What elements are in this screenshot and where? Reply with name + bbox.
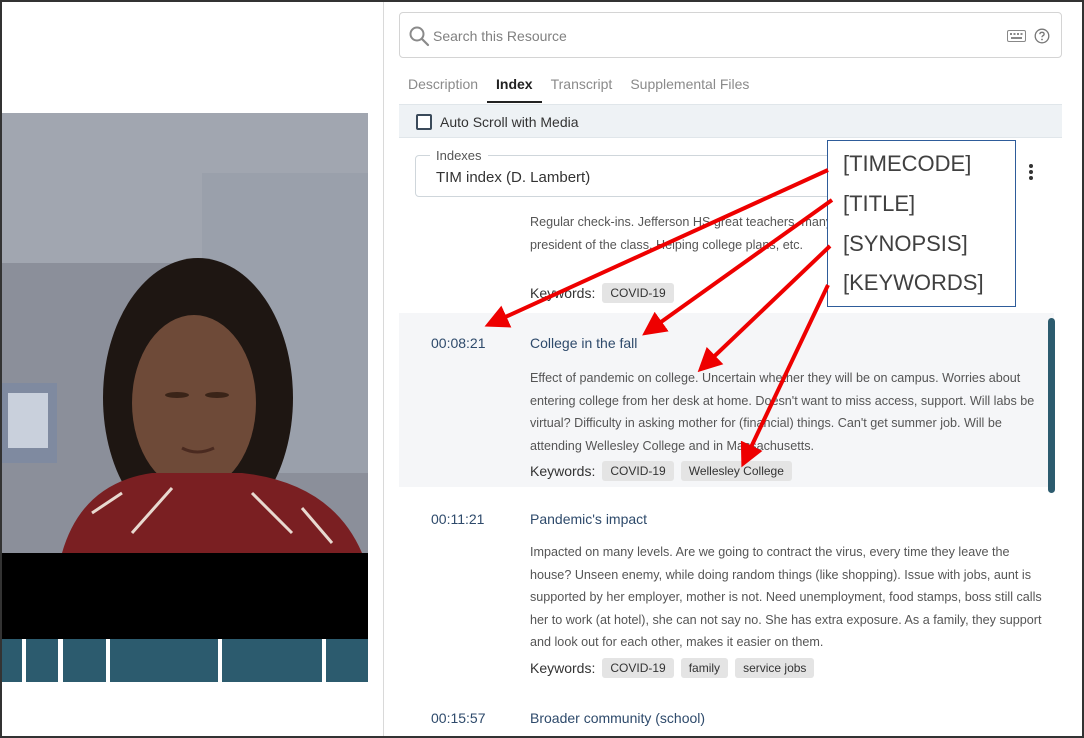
timeline-segment[interactable] bbox=[2, 639, 22, 682]
entry-timecode[interactable]: 00:11:21 bbox=[431, 511, 484, 527]
entry-keywords: Keywords: COVID-19 family service jobs bbox=[530, 658, 815, 678]
video-frame bbox=[2, 113, 368, 553]
keyword-chip[interactable]: service jobs bbox=[735, 658, 815, 678]
video-player[interactable] bbox=[2, 113, 368, 553]
entry-keywords: Keywords: COVID-19 bbox=[530, 283, 674, 303]
search-input[interactable] bbox=[433, 24, 993, 48]
entry-keywords: Keywords: COVID-19 Wellesley College bbox=[530, 461, 792, 481]
tab-bar: Description Index Transcript Supplementa… bbox=[399, 68, 758, 104]
search-box[interactable] bbox=[399, 12, 1062, 58]
index-scrollbar[interactable] bbox=[1048, 318, 1055, 493]
search-icon bbox=[409, 26, 430, 47]
entry-timecode[interactable]: 00:15:57 bbox=[431, 710, 486, 726]
keywords-label: Keywords: bbox=[530, 285, 596, 301]
entry-timecode[interactable]: 00:08:21 bbox=[431, 335, 486, 351]
index-entry[interactable]: 00:08:21 College in the fall Effect of p… bbox=[399, 313, 1054, 487]
keywords-label: Keywords: bbox=[530, 660, 596, 676]
index-entry[interactable]: 00:15:57 Broader community (school) bbox=[399, 687, 1054, 736]
keyword-chip[interactable]: family bbox=[680, 658, 729, 678]
more-vertical-icon[interactable] bbox=[1022, 159, 1040, 185]
keyword-chip[interactable]: COVID-19 bbox=[602, 283, 674, 303]
tab-index[interactable]: Index bbox=[487, 68, 542, 103]
entry-title[interactable]: Broader community (school) bbox=[530, 710, 705, 726]
callout-line-title: [TITLE] bbox=[843, 191, 916, 216]
timeline-segment[interactable] bbox=[222, 639, 322, 682]
entry-synopsis: Effect of pandemic on college. Uncertain… bbox=[530, 371, 1035, 453]
timeline-segment[interactable] bbox=[110, 639, 218, 682]
keyword-chip[interactable]: COVID-19 bbox=[602, 461, 674, 481]
timeline-segment[interactable] bbox=[326, 639, 368, 682]
timeline-segment[interactable] bbox=[26, 639, 58, 682]
tab-supplemental-files[interactable]: Supplemental Files bbox=[621, 68, 758, 103]
callout-line-keywords: [KEYWORDS] bbox=[843, 270, 984, 295]
index-select-value: TIM index (D. Lambert) bbox=[436, 169, 591, 186]
keyboard-icon[interactable] bbox=[1007, 30, 1026, 42]
index-select-legend: Indexes bbox=[430, 148, 488, 163]
auto-scroll-label[interactable]: Auto Scroll with Media bbox=[440, 114, 579, 130]
keyword-chip[interactable]: Wellesley College bbox=[680, 461, 792, 481]
help-icon[interactable] bbox=[1034, 28, 1050, 44]
keywords-label: Keywords: bbox=[530, 463, 596, 479]
auto-scroll-row: Auto Scroll with Media bbox=[399, 104, 1062, 138]
video-letterbox bbox=[2, 553, 368, 639]
entry-title[interactable]: College in the fall bbox=[530, 335, 637, 351]
timeline-segment[interactable] bbox=[63, 639, 106, 682]
entry-title[interactable]: Pandemic's impact bbox=[530, 511, 647, 527]
tab-transcript[interactable]: Transcript bbox=[542, 68, 622, 103]
video-timeline[interactable] bbox=[2, 639, 368, 682]
callout-line-timecode: [TIMECODE] bbox=[843, 151, 972, 176]
entry-synopsis: Impacted on many levels. Are we going to… bbox=[530, 545, 1042, 649]
annotation-callout: [TIMECODE] [TITLE] [SYNOPSIS] [KEYWORDS] bbox=[827, 140, 1016, 307]
auto-scroll-checkbox[interactable] bbox=[416, 114, 432, 130]
callout-line-synopsis: [SYNOPSIS] bbox=[843, 231, 968, 256]
index-entry[interactable]: 00:11:21 Pandemic's impact Impacted on m… bbox=[399, 487, 1054, 687]
tab-description[interactable]: Description bbox=[399, 68, 487, 103]
keyword-chip[interactable]: COVID-19 bbox=[602, 658, 674, 678]
pane-divider bbox=[383, 2, 384, 736]
screenshot-frame: Description Index Transcript Supplementa… bbox=[0, 0, 1084, 738]
